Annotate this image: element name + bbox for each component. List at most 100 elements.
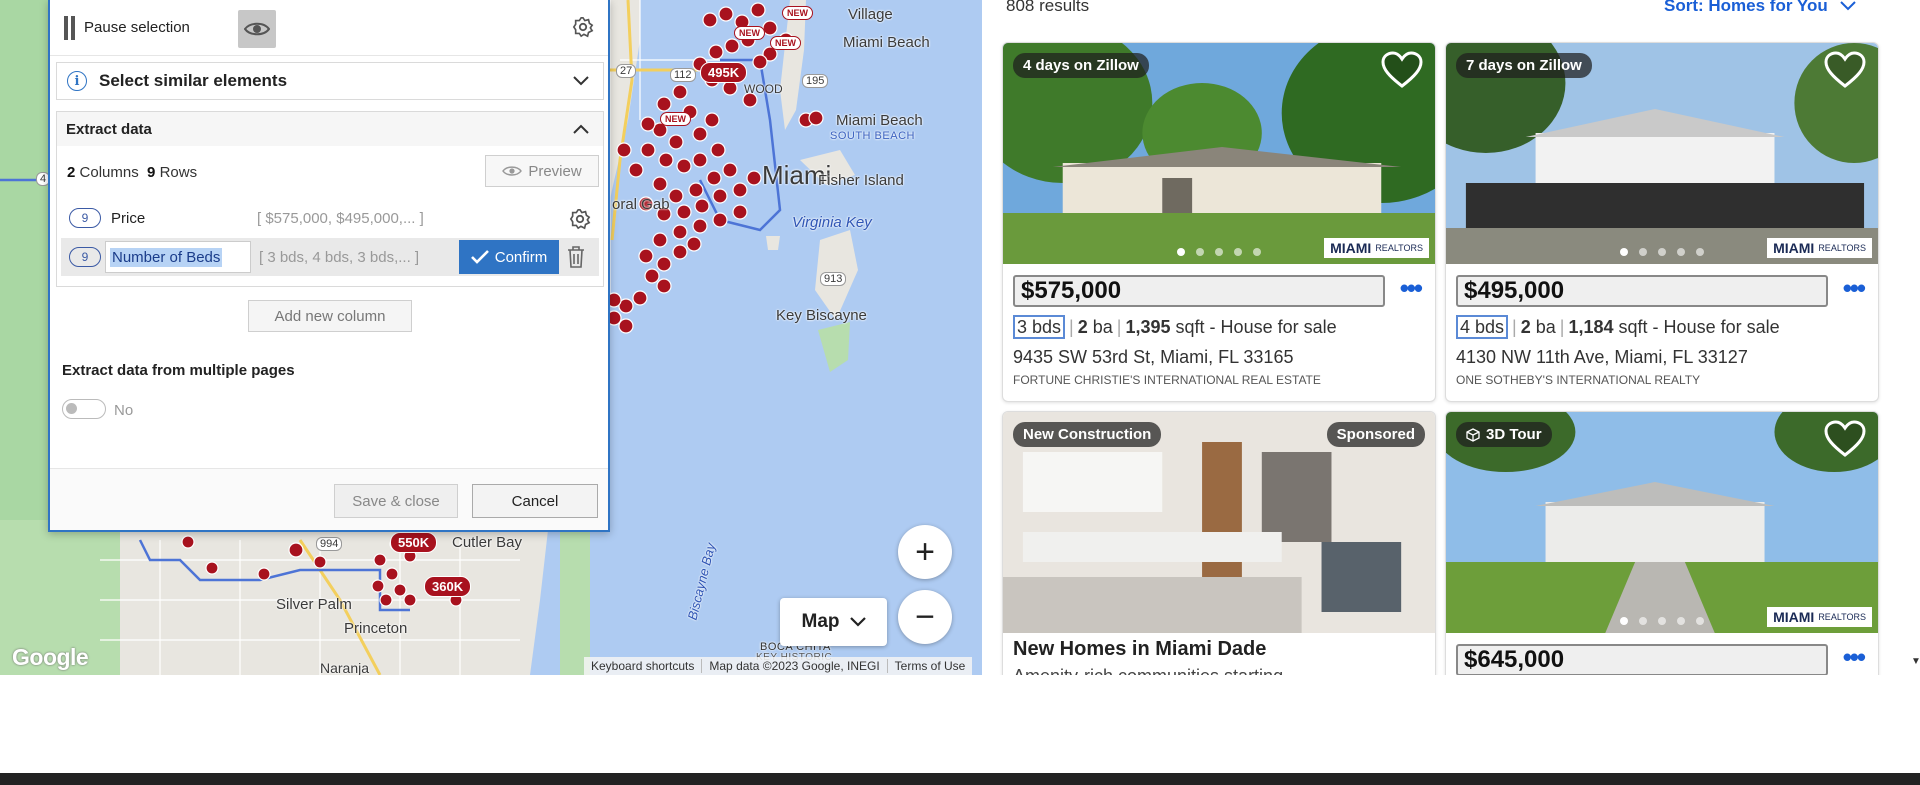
column-name[interactable]: Price: [111, 210, 253, 227]
terms-of-use-link[interactable]: Terms of Use: [888, 659, 973, 673]
miami-realtors-logo: MIAMI REALTORS: [1767, 607, 1872, 627]
3d-tour-tag: 3D Tour: [1456, 422, 1552, 447]
map-price-pin[interactable]: 360K: [424, 576, 472, 597]
miami-realtors-logo: MIAMI REALTORS: [1324, 238, 1429, 258]
listing-price: $575,000: [1013, 275, 1385, 307]
heart-icon[interactable]: [1824, 51, 1866, 89]
pause-selection-label[interactable]: Pause selection: [84, 19, 190, 36]
scroll-down-arrow[interactable]: ▼: [1911, 656, 1920, 667]
map-new-pin[interactable]: NEW: [660, 112, 691, 126]
map-label-princeton: Princeton: [344, 620, 408, 637]
results-count: 808 results: [1006, 0, 1090, 15]
heart-icon[interactable]: [1381, 51, 1423, 89]
map-label-silver-palm: Silver Palm: [276, 596, 352, 613]
listing-card[interactable]: 7 days on Zillow MIAMI REALTORS $495,000 …: [1445, 42, 1879, 402]
extraction-panel: Pause selection i Select similar element…: [48, 0, 610, 532]
listing-beds: 4 bds: [1456, 315, 1509, 339]
miami-realtors-logo: MIAMI REALTORS: [1767, 238, 1872, 258]
map-attribution: Keyboard shortcuts Map data ©2023 Google…: [584, 657, 973, 675]
preview-label: Preview: [528, 162, 582, 180]
zoom-out-button[interactable]: −: [898, 590, 952, 644]
chevron-down-icon: [849, 617, 866, 627]
data-column-row[interactable]: 9 Price [ $575,000, $495,000,... ]: [61, 200, 599, 236]
eye-icon: [502, 166, 523, 176]
listing-facts: 3 bds | 2 ba | 1,395 sqft - House for sale: [1013, 315, 1337, 339]
confirm-label: Confirm: [494, 248, 548, 266]
info-icon: i: [67, 71, 87, 91]
listing-card[interactable]: 4 days on Zillow MIAMI REALTORS $575,000 …: [1002, 42, 1436, 402]
column-name-input[interactable]: Number of Beds: [105, 241, 251, 273]
listing-photo[interactable]: 3D Tour MIAMI REALTORS: [1446, 412, 1878, 633]
photo-carousel-dots[interactable]: [1177, 248, 1261, 256]
map-new-pin[interactable]: NEW: [770, 36, 801, 50]
listing-card[interactable]: 3D Tour MIAMI REALTORS $645,000 •••: [1445, 411, 1879, 681]
chevron-down-icon[interactable]: [573, 76, 589, 86]
map-price-pin[interactable]: 495K: [700, 62, 748, 83]
map-new-pin[interactable]: NEW: [734, 26, 765, 40]
map-price-pin[interactable]: 550K: [390, 532, 438, 553]
map-label-miami-beach: Miami Beach: [836, 112, 923, 129]
listing-sqft-unit: sqft - House for sale: [1175, 317, 1337, 337]
listing-baths-unit: ba: [1535, 317, 1556, 337]
more-options-button[interactable]: •••: [1843, 642, 1866, 673]
heart-icon[interactable]: [1824, 420, 1866, 458]
blank-area: [0, 675, 1920, 773]
photo-carousel-dots[interactable]: [1620, 248, 1704, 256]
listing-beds: 3 bds: [1013, 315, 1066, 339]
highlight-toggle-button[interactable]: [238, 10, 276, 48]
zoom-in-button[interactable]: +: [898, 525, 952, 579]
listing-address[interactable]: 9435 SW 53rd St, Miami, FL 33165: [1013, 347, 1293, 368]
cancel-button[interactable]: Cancel: [472, 484, 598, 518]
cube-icon: [1466, 427, 1480, 442]
select-similar-label: Select similar elements: [99, 71, 288, 90]
more-options-button[interactable]: •••: [1843, 273, 1866, 304]
map-new-pin[interactable]: NEW: [782, 6, 813, 20]
extract-data-header[interactable]: Extract data: [57, 112, 603, 146]
photo-carousel-dots[interactable]: [1620, 617, 1704, 625]
brand-name: MIAMI: [1330, 240, 1372, 256]
column-settings-button[interactable]: [569, 208, 591, 235]
column-preview: [ 3 bds, 4 bds, 3 bds,... ]: [259, 248, 420, 266]
data-column-row-editing[interactable]: 9 Number of Beds [ 3 bds, 4 bds, 3 bds,.…: [61, 238, 599, 276]
map-label-miami-beach-north: Miami Beach: [843, 34, 930, 51]
multi-page-toggle[interactable]: [62, 399, 106, 419]
rows-count: 9: [147, 164, 156, 181]
select-similar-section[interactable]: i Select similar elements: [56, 62, 604, 100]
keyboard-shortcuts-link[interactable]: Keyboard shortcuts: [584, 659, 703, 673]
more-options-button[interactable]: •••: [1400, 273, 1423, 304]
sponsored-listing-card[interactable]: New Construction Sponsored New Homes in …: [1002, 411, 1436, 681]
rows-word: Rows: [159, 164, 198, 181]
brand-name: MIAMI: [1773, 240, 1815, 256]
listing-photo[interactable]: 7 days on Zillow MIAMI REALTORS: [1446, 43, 1878, 264]
chevron-down-icon: [1840, 1, 1856, 11]
settings-button[interactable]: [572, 16, 594, 43]
listing-photo[interactable]: New Construction Sponsored: [1003, 412, 1435, 633]
listing-sqft: 1,184: [1568, 317, 1614, 337]
extract-data-title: Extract data: [66, 120, 152, 138]
preview-button[interactable]: Preview: [485, 155, 599, 187]
days-on-zillow-tag: 7 days on Zillow: [1456, 53, 1592, 78]
listing-photo[interactable]: 4 days on Zillow MIAMI REALTORS: [1003, 43, 1435, 264]
map-label-coral-gables: oral Gab: [612, 196, 670, 213]
chevron-up-icon[interactable]: [573, 124, 589, 134]
column-count-badge: 9: [69, 208, 101, 228]
map-label-naranja: Naranja: [320, 660, 370, 675]
sponsored-title[interactable]: New Homes in Miami Dade: [1013, 638, 1266, 661]
map-label-fisher-island: Fisher Island: [818, 172, 904, 189]
pause-icon[interactable]: [64, 15, 76, 40]
save-close-button[interactable]: Save & close: [334, 484, 458, 518]
panel-toolbar: Pause selection: [50, 0, 608, 56]
listing-address[interactable]: 4130 NW 11th Ave, Miami, FL 33127: [1456, 347, 1748, 368]
listing-price: $645,000: [1456, 644, 1828, 676]
map-label-nwood: WOOD: [744, 82, 783, 96]
sponsored-tag: Sponsored: [1326, 422, 1425, 447]
confirm-button[interactable]: Confirm: [459, 240, 559, 274]
add-new-column-button[interactable]: Add new column: [248, 300, 412, 332]
map-type-dropdown[interactable]: Map: [780, 598, 887, 646]
delete-column-button[interactable]: [567, 246, 585, 273]
map-label-key-biscayne: Key Biscayne: [776, 307, 867, 324]
sort-label: Sort: Homes for You: [1664, 0, 1828, 15]
sort-dropdown[interactable]: Sort: Homes for You: [1664, 0, 1856, 16]
listing-broker: FORTUNE CHRISTIE'S INTERNATIONAL REAL ES…: [1013, 373, 1321, 387]
listing-sqft-unit: sqft - House for sale: [1618, 317, 1780, 337]
